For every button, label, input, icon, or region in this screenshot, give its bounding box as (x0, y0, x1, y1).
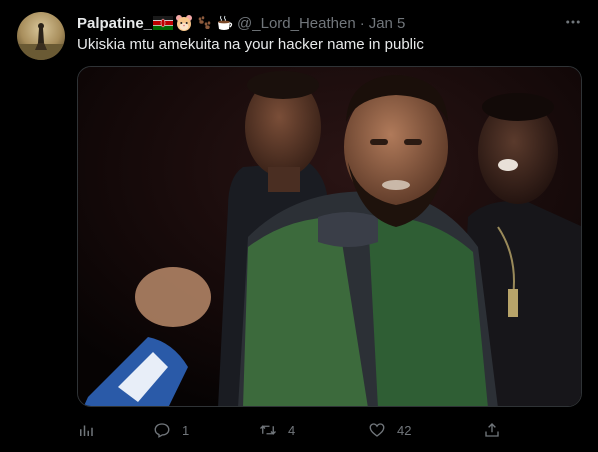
action-bar: 1 4 42 (77, 418, 518, 442)
heart-icon (369, 423, 385, 437)
retweet-icon (260, 425, 276, 435)
tweet-date[interactable]: Jan 5 (369, 15, 406, 32)
hamster-face-icon (176, 15, 193, 31)
views-button[interactable] (77, 421, 95, 439)
user-handle[interactable]: @_Lord_Heathen (237, 15, 356, 32)
tweet-article[interactable]: Palpatine_ @_Lord_Heathen · Jan 5 Ukiski… (0, 0, 598, 452)
separator-dot: · (359, 14, 365, 32)
hot-beverage-icon (218, 15, 233, 30)
like-count: 42 (397, 422, 412, 438)
photo-illustration (78, 67, 581, 406)
reply-icon (154, 423, 170, 438)
retweet-button[interactable]: 4 (259, 421, 295, 439)
tweet-text: Ukiskia mtu amekuita na your hacker name… (77, 36, 424, 53)
more-options-icon[interactable] (562, 12, 584, 32)
retweet-count: 4 (288, 422, 296, 438)
reply-button[interactable]: 1 (153, 421, 189, 439)
display-name[interactable]: Palpatine_ (77, 15, 152, 32)
bar-chart-icon (80, 425, 93, 436)
name-emojis (153, 14, 233, 32)
share-icon (485, 423, 499, 437)
tweet-photo[interactable] (77, 66, 582, 407)
avatar[interactable] (17, 12, 65, 60)
share-button[interactable] (483, 421, 501, 439)
kenya-flag-icon (153, 16, 174, 30)
reply-count: 1 (182, 422, 190, 438)
paw-prints-icon (198, 16, 211, 29)
tweet-header: Palpatine_ @_Lord_Heathen · Jan 5 (77, 13, 558, 33)
like-button[interactable]: 42 (368, 421, 411, 439)
